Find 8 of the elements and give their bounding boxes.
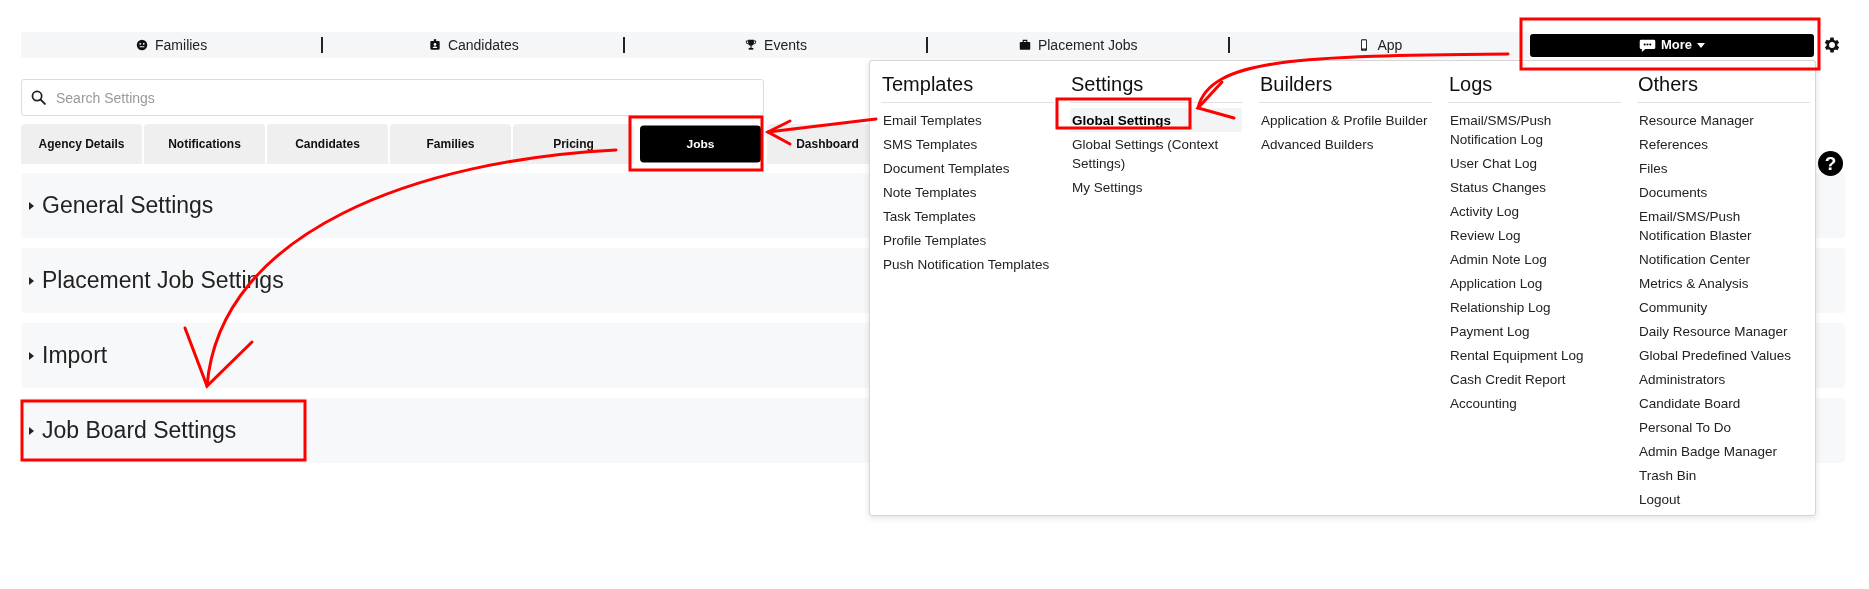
menu-heading: Others — [1637, 69, 1810, 103]
section-title: General Settings — [42, 191, 214, 221]
section-title: Job Board Settings — [42, 416, 237, 446]
section-title: Import — [42, 341, 108, 371]
menu-heading: Builders — [1259, 69, 1432, 103]
menu-heading: Settings — [1070, 69, 1243, 103]
menu-heading: Logs — [1448, 69, 1621, 103]
menu-heading: Templates — [881, 69, 1054, 103]
